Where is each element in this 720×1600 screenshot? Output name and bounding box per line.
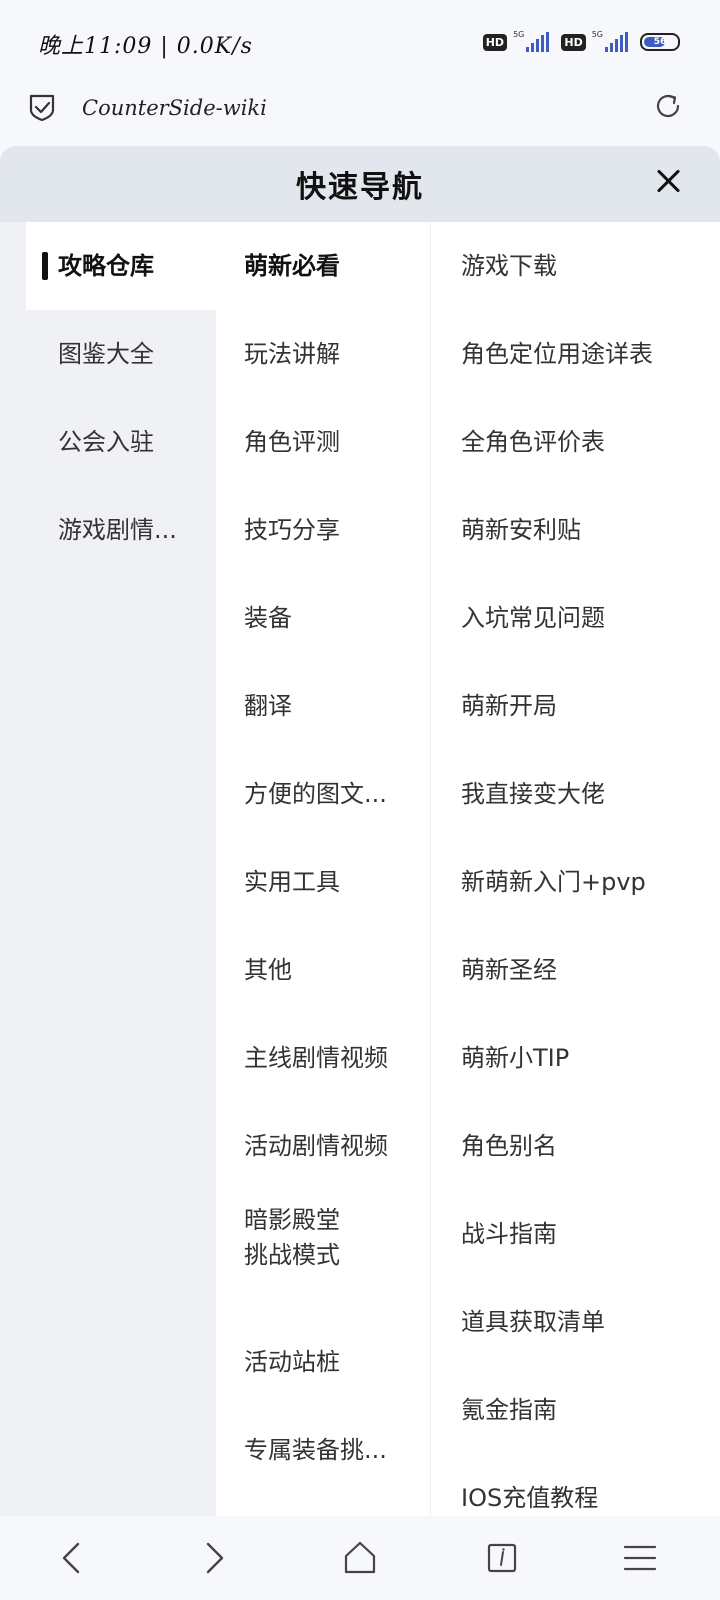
subcategory-item[interactable]: 活动站桩 xyxy=(216,1318,430,1406)
status-icons: HD 5G HD 5G 56 xyxy=(482,30,680,54)
link-item[interactable]: 萌新开局 xyxy=(431,662,720,750)
signal-icon xyxy=(605,32,628,52)
link-item[interactable]: 角色别名 xyxy=(431,1102,720,1190)
quick-nav-drawer: 快速导航 攻略仓库 图鉴大全 公会入驻 游戏剧情... 萌新必看 玩法讲解 角色… xyxy=(0,146,720,1516)
page-title[interactable]: CounterSide-wiki xyxy=(82,96,267,120)
tabs-icon[interactable] xyxy=(482,1538,522,1578)
network-type: 5G xyxy=(591,30,603,39)
subcategory-item[interactable]: 专属装备挑... xyxy=(216,1406,430,1494)
link-item[interactable]: 游戏下载 xyxy=(431,222,720,310)
link-item[interactable]: 入坑常见问题 xyxy=(431,574,720,662)
link-item[interactable]: 角色定位用途详表 xyxy=(431,310,720,398)
category-item[interactable]: 公会入驻 xyxy=(0,398,216,486)
link-item[interactable]: 道具获取清单 xyxy=(431,1278,720,1366)
subcategory-item[interactable]: 其他 xyxy=(216,926,430,1014)
subcategory-list: 萌新必看 玩法讲解 角色评测 技巧分享 装备 翻译 方便的图文... 实用工具 … xyxy=(216,222,642,1516)
category-item-active[interactable]: 攻略仓库 xyxy=(26,222,216,310)
subcategory-item[interactable]: 活动剧情视频 xyxy=(216,1102,430,1190)
shield-check-icon[interactable] xyxy=(28,92,56,122)
address-bar: CounterSide-wiki xyxy=(0,84,720,144)
reload-icon[interactable] xyxy=(652,90,684,122)
bottom-nav-bar xyxy=(0,1516,720,1600)
link-item[interactable]: 氪金指南 xyxy=(431,1366,720,1454)
forward-icon[interactable] xyxy=(194,1538,234,1578)
drawer-header: 快速导航 xyxy=(0,146,720,222)
status-bar: 晚上11:09 | 0.0K/s HD 5G HD 5G 56 xyxy=(0,0,720,84)
subcategory-item-clipped[interactable]: 暗影殿堂 xyxy=(216,1190,430,1230)
battery-icon: 56 xyxy=(640,33,680,51)
link-item[interactable]: IOS充值教程 xyxy=(431,1454,720,1516)
link-item[interactable]: 我直接变大佬 xyxy=(431,750,720,838)
home-icon[interactable] xyxy=(340,1538,380,1578)
drawer-title: 快速导航 xyxy=(296,170,424,205)
network-type: 5G xyxy=(513,30,525,39)
subcategory-item[interactable]: 主线剧情视频 xyxy=(216,1014,430,1102)
back-icon[interactable] xyxy=(52,1538,92,1578)
subcategory-item[interactable]: 翻译 xyxy=(216,662,430,750)
category-list: 攻略仓库 图鉴大全 公会入驻 游戏剧情... xyxy=(0,222,216,1516)
subcategory-item[interactable]: 方便的图文... xyxy=(216,750,430,838)
subcategory-item[interactable]: 实用工具 xyxy=(216,838,430,926)
drawer-body: 攻略仓库 图鉴大全 公会入驻 游戏剧情... 萌新必看 玩法讲解 角色评测 技巧… xyxy=(0,222,720,1516)
subcategory-item[interactable]: 技巧分享 xyxy=(216,486,430,574)
link-item[interactable]: 战斗指南 xyxy=(431,1190,720,1278)
link-list: 游戏下载 角色定位用途详表 全角色评价表 萌新安利贴 入坑常见问题 萌新开局 我… xyxy=(431,222,720,1516)
category-item[interactable]: 图鉴大全 xyxy=(0,310,216,398)
subcategory-item-active[interactable]: 萌新必看 xyxy=(216,222,430,310)
category-item[interactable]: 游戏剧情... xyxy=(0,486,216,574)
subcategory-item[interactable]: 角色评测 xyxy=(216,398,430,486)
hd-icon: HD xyxy=(561,33,586,51)
menu-icon[interactable] xyxy=(620,1538,660,1578)
subcategory-item[interactable]: 装备 xyxy=(216,574,430,662)
battery-level: 56 xyxy=(653,37,667,47)
hd-icon: HD xyxy=(482,33,508,51)
link-item[interactable]: 萌新圣经 xyxy=(431,926,720,1014)
link-item[interactable]: 萌新安利贴 xyxy=(431,486,720,574)
signal-icon xyxy=(526,32,550,52)
status-time: 晚上11:09 | 0.0K/s xyxy=(38,34,253,59)
subcategory-item[interactable]: 玩法讲解 xyxy=(216,310,430,398)
link-item[interactable]: 萌新小TIP xyxy=(431,1014,720,1102)
link-item[interactable]: 新萌新入门+pvp xyxy=(431,838,720,926)
link-item[interactable]: 全角色评价表 xyxy=(431,398,720,486)
subcategory-item[interactable]: 挑战模式 xyxy=(216,1230,430,1318)
close-icon[interactable] xyxy=(652,166,684,198)
